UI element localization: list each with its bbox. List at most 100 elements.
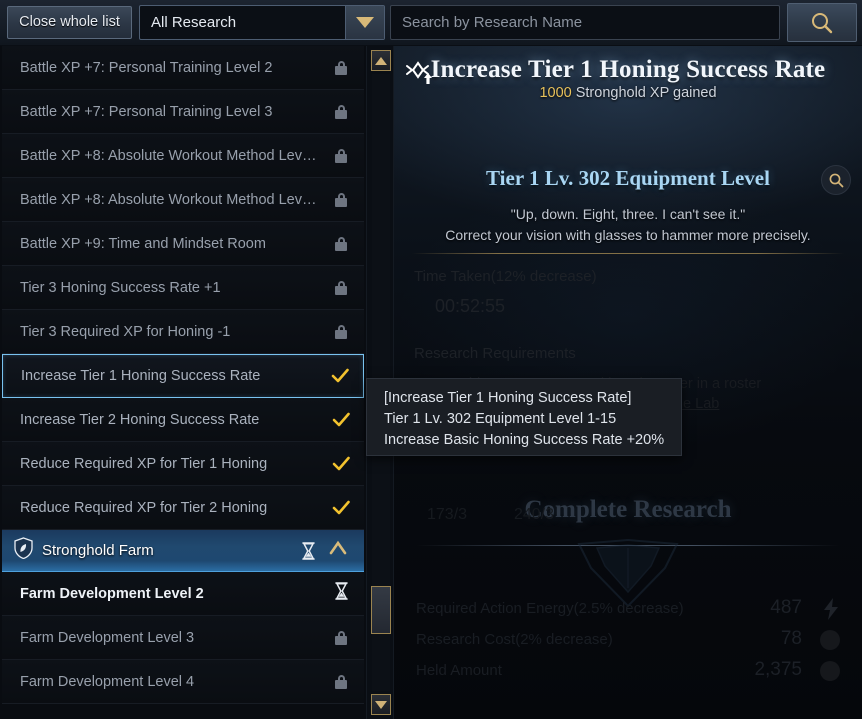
material-count: 173/3 xyxy=(427,506,468,523)
group-header-label: Stronghold Farm xyxy=(42,542,154,559)
list-item-status xyxy=(318,236,364,251)
group-header-icons xyxy=(301,540,364,561)
list-item-label: Increase Tier 2 Honing Success Rate xyxy=(20,411,260,428)
list-item-status xyxy=(318,630,364,645)
resource-row: Held Amount 2,375 xyxy=(412,650,844,696)
list-item-label: Battle XP +7: Personal Training Level 3 xyxy=(20,103,273,120)
list-item-status xyxy=(318,280,364,295)
research-filter-value: All Research xyxy=(151,14,237,31)
research-tooltip: [Increase Tier 1 Honing Success Rate] Ti… xyxy=(366,378,682,456)
tooltip-line-1: [Increase Tier 1 Honing Success Rate] xyxy=(384,390,632,406)
list-item-label: Battle XP +7: Personal Training Level 2 xyxy=(20,59,273,76)
lock-icon xyxy=(335,630,347,645)
scroll-down-icon xyxy=(375,700,387,709)
resource-value: 2,375 xyxy=(754,659,802,680)
search-icon xyxy=(829,173,843,187)
dimmed-content: Time Taken(12% decrease) 00:52:55 Resear… xyxy=(394,258,862,719)
scroll-up-icon xyxy=(375,56,387,65)
list-item-selected[interactable]: Increase Tier 1 Honing Success Rate xyxy=(2,354,364,398)
list-item-label: Tier 3 Honing Success Rate +1 xyxy=(20,279,221,296)
flavor-text: "Up, down. Eight, three. I can't see it.… xyxy=(394,204,862,246)
hourglass-icon xyxy=(334,582,349,605)
toolbar: Close whole list All Research xyxy=(0,0,862,46)
resource-label: Required Action Energy(2.5% decrease) xyxy=(416,600,684,617)
list-item-label: Farm Development Level 2 xyxy=(20,585,204,602)
requirements-label: Research Requirements xyxy=(414,345,576,362)
list-item-label: Battle XP +8: Absolute Workout Method Le… xyxy=(20,147,318,164)
divider-gold xyxy=(412,253,844,254)
lock-icon xyxy=(335,280,347,295)
list-item[interactable]: Tier 3 Required XP for Honing -1 xyxy=(2,310,364,354)
flavor-description: Correct your vision with glasses to hamm… xyxy=(445,227,811,243)
lock-icon xyxy=(335,324,347,339)
research-filter-dropdown[interactable]: All Research xyxy=(139,5,385,40)
list-item[interactable]: Battle XP +8: Absolute Workout Method Le… xyxy=(2,178,364,222)
tooltip-line-2: Tier 1 Lv. 302 Equipment Level 1-15 xyxy=(384,411,617,427)
search-input[interactable] xyxy=(391,6,779,39)
scroll-down-button[interactable] xyxy=(371,694,391,715)
equipment-level-label: Tier 1 Lv. 302 Equipment Level xyxy=(486,166,770,190)
check-icon xyxy=(332,456,350,470)
time-taken-label: Time Taken(12% decrease) xyxy=(414,268,597,285)
research-list[interactable]: Battle XP +7: Personal Training Level 2 B… xyxy=(0,46,366,719)
research-emblem-icon xyxy=(402,60,438,99)
detail-search-button[interactable] xyxy=(821,165,851,195)
lock-icon xyxy=(335,104,347,119)
time-taken-value: 00:52:55 xyxy=(435,296,506,316)
lock-icon xyxy=(335,674,347,689)
list-item-label: Battle XP +8: Absolute Workout Method Le… xyxy=(20,191,318,208)
list-item[interactable]: Reduce Required XP for Tier 1 Honing xyxy=(2,442,364,486)
list-item[interactable]: Battle XP +7: Personal Training Level 2 xyxy=(2,46,364,90)
scrollbar-thumb[interactable] xyxy=(371,586,391,634)
tooltip-line-3: Increase Basic Honing Success Rate +20% xyxy=(384,432,665,448)
list-item-status xyxy=(318,60,364,75)
search-field[interactable] xyxy=(390,5,780,40)
list-item-status xyxy=(318,324,364,339)
close-whole-list-button[interactable]: Close whole list xyxy=(7,6,132,39)
dropdown-arrow-button[interactable] xyxy=(345,6,384,39)
lock-icon xyxy=(335,60,347,75)
list-item[interactable]: Farm Development Level 2 xyxy=(2,572,364,616)
list-item[interactable]: Battle XP +7: Personal Training Level 3 xyxy=(2,90,364,134)
group-header-stronghold-farm[interactable]: Stronghold Farm xyxy=(2,530,364,572)
list-item-status xyxy=(317,366,363,386)
list-item-status xyxy=(318,410,364,430)
list-item-label: Farm Development Level 3 xyxy=(20,629,195,646)
material-count: 240/3 xyxy=(514,506,555,523)
list-item-status xyxy=(318,104,364,119)
list-item[interactable]: Increase Tier 2 Honing Success Rate xyxy=(2,398,364,442)
list-item-label: Reduce Required XP for Tier 2 Honing xyxy=(20,499,268,516)
resource-value: 487 xyxy=(770,597,802,618)
list-item[interactable]: Tier 3 Honing Success Rate +1 xyxy=(2,266,364,310)
list-item-label: Battle XP +9: Time and Mindset Room xyxy=(20,235,266,252)
list-item-label: Increase Tier 1 Honing Success Rate xyxy=(21,368,261,384)
list-item[interactable]: Farm Development Level 3 xyxy=(2,616,364,660)
list-item-label: Farm Development Level 4 xyxy=(20,673,195,690)
hourglass-icon xyxy=(301,541,316,560)
list-item-status xyxy=(318,192,364,207)
list-item-label: Reduce Required XP for Tier 1 Honing xyxy=(20,455,268,472)
search-button[interactable] xyxy=(787,3,857,42)
flavor-quote: "Up, down. Eight, three. I can't see it.… xyxy=(510,206,746,222)
list-item-status xyxy=(318,454,364,474)
xp-text: Stronghold XP gained xyxy=(575,85,717,101)
lock-icon xyxy=(335,148,347,163)
check-icon xyxy=(332,412,350,426)
xp-gained-line: 1000 Stronghold XP gained xyxy=(394,85,862,101)
resource-label: Held Amount xyxy=(416,662,502,679)
research-window: Close whole list All Research Battle XP … xyxy=(0,0,862,719)
list-item[interactable]: Battle XP +9: Time and Mindset Room xyxy=(2,222,364,266)
list-item-status xyxy=(318,582,364,605)
xp-amount: 1000 xyxy=(539,85,572,101)
list-item[interactable]: Reduce Required XP for Tier 2 Honing xyxy=(2,486,364,530)
list-item[interactable]: Farm Development Level 4 xyxy=(2,660,364,704)
coin-icon xyxy=(820,630,840,650)
shield-leaf-icon xyxy=(14,537,33,564)
check-icon xyxy=(331,368,349,383)
chevron-up-icon[interactable] xyxy=(328,540,348,561)
list-item[interactable]: Battle XP +8: Absolute Workout Method Le… xyxy=(2,134,364,178)
scroll-up-button[interactable] xyxy=(371,50,391,71)
coin-icon xyxy=(820,661,840,681)
list-item-status xyxy=(318,148,364,163)
chevron-down-icon xyxy=(356,17,374,28)
